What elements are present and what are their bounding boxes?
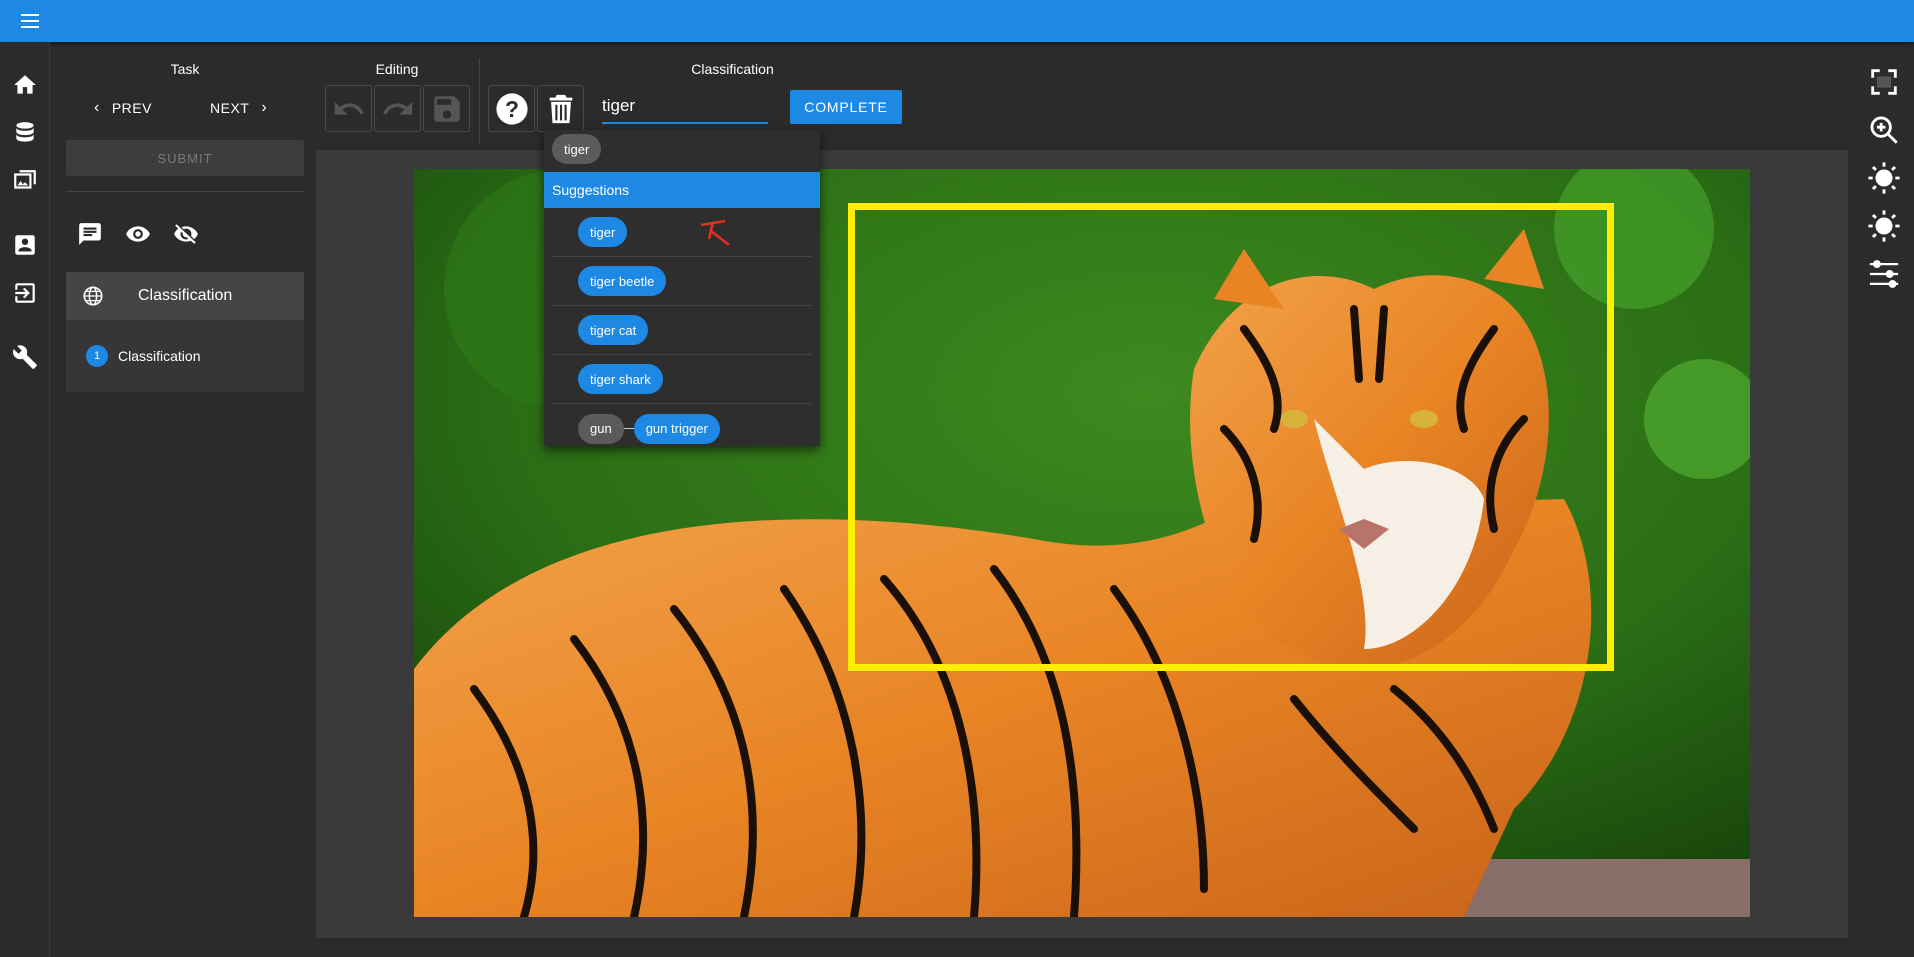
prev-label: PREV: [111, 100, 152, 116]
classification-input[interactable]: [602, 92, 768, 120]
suggestion-row[interactable]: gun gun trigger: [552, 404, 812, 453]
hamburger-menu-icon[interactable]: [18, 10, 42, 32]
undo-button: [325, 85, 372, 132]
suggestion-chip[interactable]: tiger beetle: [578, 266, 667, 296]
save-icon: [433, 95, 460, 122]
toolbar-divider: [479, 58, 480, 144]
globe-icon: [83, 286, 103, 306]
selected-chip[interactable]: tiger: [552, 134, 602, 164]
adjust-sliders-icon[interactable]: [1864, 254, 1904, 294]
suggestions-header: Suggestions: [544, 172, 820, 208]
classification-item-label: Classification: [118, 348, 201, 364]
eye-off-icon[interactable]: [170, 218, 202, 250]
help-icon: ?: [495, 92, 528, 125]
right-tool-rail: [1854, 42, 1914, 957]
suggestion-row[interactable]: tiger cat: [552, 306, 812, 355]
prev-button[interactable]: ‹ PREV: [94, 96, 152, 120]
classification-section-title: Classification: [691, 61, 774, 77]
images-icon[interactable]: [8, 164, 42, 198]
save-button: [423, 85, 470, 132]
suggestion-row[interactable]: tiger shark: [552, 355, 812, 404]
classification-list-item[interactable]: 1 Classification: [86, 345, 200, 367]
left-navigation-rail: [0, 42, 50, 957]
parent-chip[interactable]: gun: [578, 413, 624, 444]
home-icon[interactable]: [8, 68, 42, 102]
logout-icon[interactable]: [8, 276, 42, 310]
zoom-in-icon[interactable]: [1864, 110, 1904, 150]
suggestion-chip[interactable]: tiger cat: [578, 315, 649, 345]
database-icon[interactable]: [8, 116, 42, 150]
brightness-up-icon[interactable]: [1864, 158, 1904, 198]
next-button[interactable]: NEXT ›: [210, 96, 267, 120]
item-number-badge: 1: [86, 345, 108, 367]
wrench-icon[interactable]: [8, 340, 42, 374]
redo-button: [374, 85, 421, 132]
eye-icon[interactable]: [122, 218, 154, 250]
suggestion-chip[interactable]: tiger shark: [578, 364, 663, 394]
delete-button[interactable]: [537, 85, 584, 132]
scribble-mark: [701, 219, 731, 246]
classification-panel-label: Classification: [138, 287, 233, 304]
classification-input-wrapper: [602, 92, 768, 124]
brightness-down-icon[interactable]: [1864, 206, 1904, 246]
complete-button[interactable]: COMPLETE: [790, 90, 902, 124]
classification-panel: Classification 1 Classification: [66, 272, 304, 392]
svg-text:?: ?: [505, 95, 519, 121]
task-section-title: Task: [170, 61, 200, 77]
chevron-left-icon: ‹: [94, 99, 100, 116]
suggestion-row[interactable]: tiger: [552, 208, 812, 257]
bounding-box-annotation[interactable]: [848, 203, 1614, 671]
suggestion-chip[interactable]: gun trigger: [633, 413, 720, 444]
comment-icon[interactable]: [74, 218, 106, 250]
app-header: [0, 0, 1914, 42]
fit-screen-icon[interactable]: [1864, 62, 1904, 102]
next-label: NEXT: [210, 100, 250, 116]
account-box-icon[interactable]: [8, 228, 42, 262]
editing-section-title: Editing: [375, 61, 419, 77]
classification-panel-header[interactable]: Classification: [66, 272, 304, 320]
redo-icon: [382, 101, 412, 115]
chip-connector: [623, 428, 634, 429]
divider: [66, 191, 304, 192]
classification-dropdown: tiger Suggestions tiger tiger beetle tig…: [544, 130, 820, 446]
trash-icon: [549, 94, 572, 123]
undo-icon: [334, 101, 364, 115]
suggestion-row[interactable]: tiger beetle: [552, 257, 812, 306]
help-button[interactable]: ?: [488, 85, 535, 132]
chevron-right-icon: ›: [261, 99, 268, 116]
suggestion-chip[interactable]: tiger: [578, 217, 628, 247]
submit-button[interactable]: SUBMIT: [66, 140, 304, 176]
